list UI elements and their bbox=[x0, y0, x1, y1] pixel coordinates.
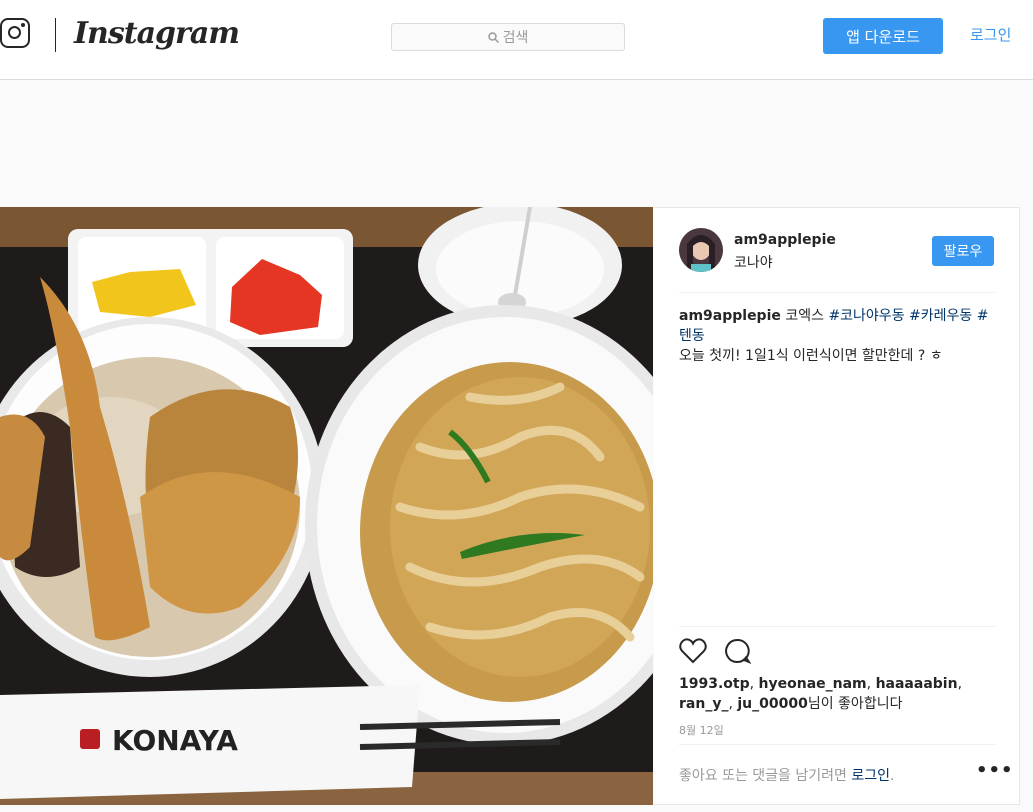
hashtag-link[interactable]: #카레우동 bbox=[909, 308, 972, 324]
liker-username[interactable]: 1993.otp bbox=[679, 676, 750, 692]
comment-login-link[interactable]: 로그인 bbox=[851, 768, 890, 784]
liker-username[interactable]: ju_00000 bbox=[737, 696, 807, 712]
follow-button[interactable]: 팔로우 bbox=[932, 236, 994, 266]
comment-divider bbox=[679, 744, 995, 745]
post-date[interactable]: 8월 12일 bbox=[679, 722, 724, 738]
post-location[interactable]: 코나야 bbox=[734, 252, 773, 272]
likes-summary: 1993.otp, hyeonae_nam, haaaaabin, ran_y_… bbox=[679, 676, 963, 712]
napkin-brand-text: KONAYA bbox=[112, 724, 238, 757]
comment-prompt: 좋아요 또는 댓글을 남기려면 로그인. bbox=[679, 765, 894, 785]
likes-suffix: 님이 좋아합니다 bbox=[807, 696, 903, 712]
header-divider bbox=[679, 292, 995, 293]
search-placeholder: 검색 bbox=[502, 30, 529, 46]
app-download-button[interactable]: 앱 다운로드 bbox=[823, 18, 943, 54]
search-icon bbox=[487, 31, 499, 43]
actions-divider bbox=[679, 626, 995, 627]
heart-icon[interactable] bbox=[679, 638, 707, 664]
avatar[interactable] bbox=[679, 228, 723, 272]
comment-prompt-text: 좋아요 또는 댓글을 남기려면 bbox=[679, 768, 852, 784]
liker-username[interactable]: haaaaabin bbox=[876, 676, 958, 692]
konaya-logo-mark bbox=[80, 729, 100, 749]
post-actions bbox=[679, 638, 751, 664]
post-photo[interactable]: KONAYA bbox=[0, 207, 653, 805]
hashtag-link[interactable]: #코나야우동 bbox=[828, 308, 904, 324]
comment-icon[interactable] bbox=[723, 638, 751, 664]
instagram-wordmark-logo[interactable]: Instagram bbox=[74, 14, 240, 54]
post-side-panel: am9applepie 코나야 팔로우 am9applepie 코엑스 #코나야… bbox=[654, 207, 1020, 805]
caption-text: 코엑스 bbox=[780, 308, 829, 324]
search-input[interactable]: 검색 bbox=[391, 23, 625, 51]
login-link[interactable]: 로그인 bbox=[970, 24, 1011, 45]
instagram-camera-icon[interactable] bbox=[0, 18, 30, 48]
caption-body: 오늘 첫끼! 1일1식 이런식이면 할만한데 ? ㅎ bbox=[679, 348, 943, 364]
liker-username[interactable]: hyeonae_nam bbox=[759, 676, 867, 692]
top-navigation-bar: Instagram 검색 앱 다운로드 로그인 bbox=[0, 0, 1033, 80]
post-username[interactable]: am9applepie bbox=[734, 232, 836, 248]
food-photo-illustration: KONAYA bbox=[0, 207, 653, 805]
logo-divider bbox=[55, 18, 56, 52]
comment-prompt-end: . bbox=[890, 768, 895, 784]
post-caption: am9applepie 코엑스 #코나야우동 #카레우동 #텐동 오늘 첫끼! … bbox=[679, 306, 997, 366]
caption-username[interactable]: am9applepie bbox=[679, 308, 781, 324]
liker-username[interactable]: ran_y_ bbox=[679, 696, 728, 712]
more-options-icon[interactable]: ••• bbox=[976, 760, 1014, 781]
